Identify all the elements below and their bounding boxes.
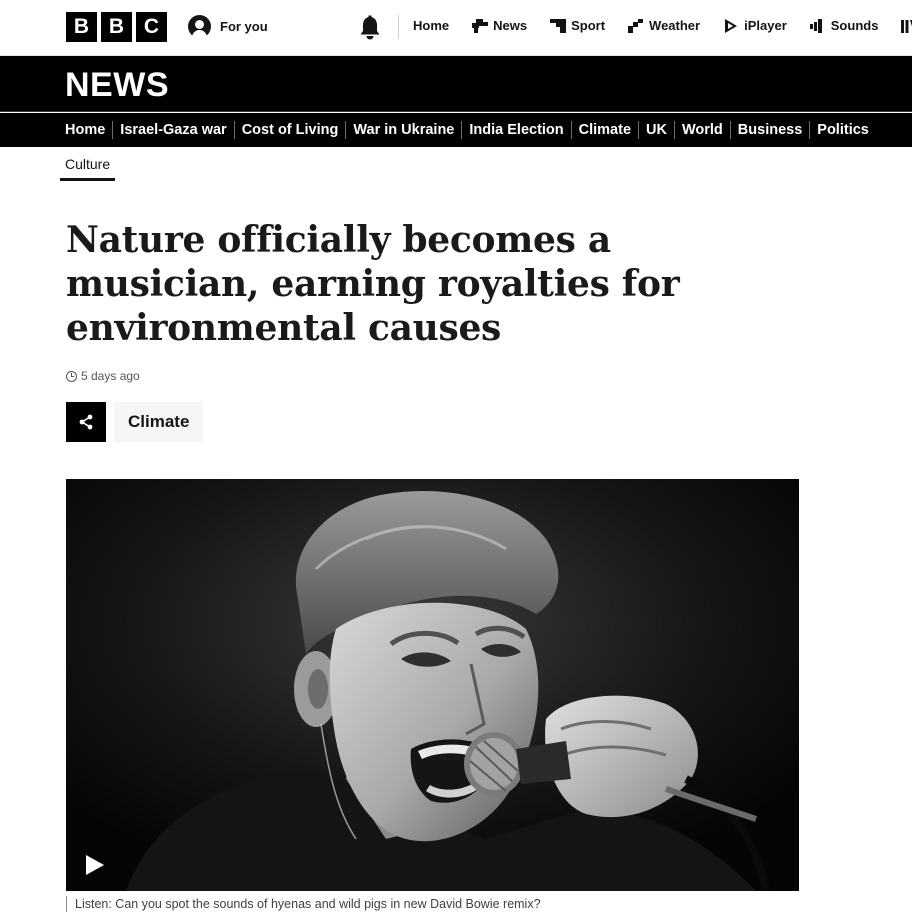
nav-item-sounds[interactable]: Sounds	[809, 18, 879, 33]
bitesize-icon	[901, 19, 912, 33]
nav-label: Sport	[571, 18, 606, 33]
news-banner: NEWS	[0, 56, 912, 112]
timestamp-text: 5 days ago	[81, 369, 140, 383]
article-timestamp: 5 days ago	[66, 369, 140, 383]
sport-icon	[550, 18, 567, 33]
section-link-world[interactable]: World	[673, 121, 730, 139]
nav-item-weather[interactable]: Weather	[628, 18, 700, 33]
nav-item-home[interactable]: Home	[413, 18, 449, 33]
clock-icon	[66, 370, 77, 382]
nav-item-sport[interactable]: Sport	[550, 18, 605, 33]
section-link-home[interactable]: Home	[65, 121, 112, 139]
global-nav: Home News Sport Weather iPlayer Sounds	[413, 18, 912, 33]
bbc-logo-letter: C	[136, 12, 167, 42]
sounds-icon	[809, 18, 822, 33]
nav-label: Home	[413, 18, 450, 33]
performer-photo	[66, 479, 799, 891]
account-icon	[188, 15, 211, 38]
article-headline: Nature officially becomes a musician, ea…	[66, 219, 680, 349]
section-link-india-election[interactable]: India Election	[461, 121, 570, 139]
news-icon	[472, 18, 489, 33]
topic-tag-climate[interactable]: Climate	[114, 402, 204, 442]
breadcrumb-culture[interactable]: Culture	[60, 156, 116, 181]
weather-icon	[628, 18, 644, 33]
section-link-business[interactable]: Business	[729, 121, 809, 139]
iplayer-icon	[725, 18, 738, 33]
section-link-uk[interactable]: UK	[638, 121, 674, 139]
nav-label: Weather	[649, 18, 701, 33]
share-button[interactable]	[66, 402, 106, 442]
play-icon[interactable]	[80, 851, 108, 879]
global-header: B B C For you Home News Sport Weather iP	[0, 0, 912, 56]
media-caption: Listen: Can you spot the sounds of hyena…	[66, 896, 541, 912]
bbc-logo-letter: B	[101, 12, 132, 42]
section-link-politics[interactable]: Politics	[809, 121, 876, 139]
nav-label: Sounds	[830, 18, 879, 33]
nav-item-more[interactable]	[901, 19, 912, 33]
nav-item-iplayer[interactable]: iPlayer	[723, 18, 787, 33]
bbc-logo-letter: B	[66, 12, 97, 42]
section-link-climate[interactable]: Climate	[570, 121, 638, 139]
for-you-label: For you	[220, 19, 268, 34]
share-icon	[79, 414, 93, 430]
nav-item-news[interactable]: News	[472, 18, 527, 33]
bbc-logo[interactable]: B B C	[66, 12, 167, 42]
section-link-cost-of-living[interactable]: Cost of Living	[233, 121, 346, 139]
section-nav: Home Israel-Gaza war Cost of Living War …	[0, 113, 912, 147]
section-link-war-in-ukraine[interactable]: War in Ukraine	[345, 121, 461, 139]
for-you-link[interactable]: For you	[188, 15, 268, 38]
section-link-israel-gaza-war[interactable]: Israel-Gaza war	[112, 121, 233, 139]
nav-divider	[398, 15, 399, 39]
article-media[interactable]	[66, 479, 799, 891]
nav-label: iPlayer	[744, 18, 787, 33]
notifications-bell-icon[interactable]	[359, 15, 381, 41]
nav-label: News	[493, 18, 528, 33]
news-wordmark[interactable]: NEWS	[65, 66, 169, 105]
